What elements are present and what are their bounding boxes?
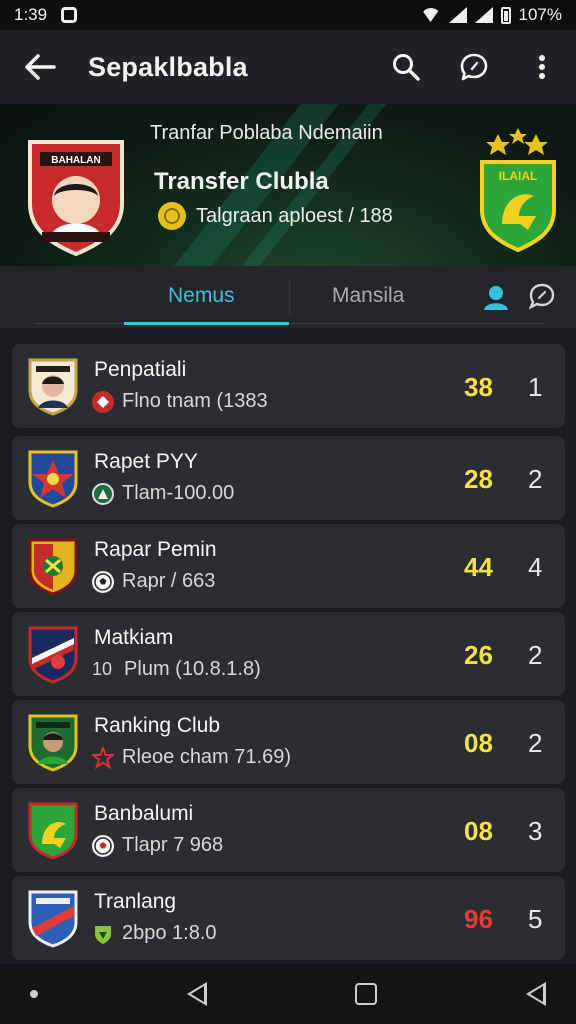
notification-icon bbox=[61, 7, 78, 23]
app-title: Sepaklbabla bbox=[88, 51, 248, 82]
battery-icon bbox=[500, 6, 511, 24]
wifi-icon bbox=[421, 8, 441, 22]
nav-home-icon[interactable] bbox=[355, 983, 378, 1005]
club-meta: Rapr / 663 bbox=[92, 570, 215, 593]
club-score: 08 bbox=[464, 816, 493, 846]
nav-recent-back-icon[interactable] bbox=[525, 982, 546, 1006]
system-nav-bar bbox=[0, 964, 576, 1024]
transfer-hero-banner: BAHALAN Tranfar Poblaba Ndemaiin Transfe… bbox=[0, 104, 576, 266]
tab-mansila[interactable]: Mansila bbox=[332, 284, 404, 308]
club-row[interactable]: Tranlang 2bpo 1:8.0 96 5 bbox=[12, 876, 565, 960]
red-star-icon bbox=[92, 746, 114, 769]
club-meta-text: Plum (10.8.1.8) bbox=[124, 658, 261, 680]
club-rank: 2 bbox=[528, 640, 543, 670]
club-meta-text: Tlapr 7 968 bbox=[122, 834, 224, 856]
club-rank: 2 bbox=[528, 464, 543, 494]
club-row[interactable]: Matkiam 10 Plum (10.8.1.8) 26 2 bbox=[12, 612, 565, 696]
app-bar: Sepaklbabla bbox=[0, 30, 576, 104]
club-rank: 1 bbox=[528, 372, 543, 402]
club-crest-red-yellow-shield-icon bbox=[26, 536, 80, 601]
nav-dot-icon[interactable] bbox=[30, 990, 38, 998]
signal-icon bbox=[448, 7, 467, 23]
status-time: 1:39 bbox=[14, 5, 48, 24]
hero-pre-title: Tranfar Poblaba Ndemaiin bbox=[150, 122, 383, 144]
football-icon bbox=[92, 570, 114, 593]
green-badge-icon bbox=[92, 482, 114, 505]
club-meta: Rleoe cham 71.69) bbox=[92, 746, 291, 769]
club-rank: 5 bbox=[528, 904, 543, 934]
nav-back-icon[interactable] bbox=[186, 982, 207, 1006]
club-score: 96 bbox=[464, 904, 493, 934]
club-meta-text: Rapr / 663 bbox=[122, 570, 216, 592]
hero-subtitle: Talgraan aploest / 188 bbox=[158, 202, 393, 230]
club-rank: 4 bbox=[528, 552, 543, 582]
club-crest-blue-red-shield-icon bbox=[26, 888, 80, 953]
club-meta-text: Tlam-100.00 bbox=[122, 482, 235, 504]
club-meta: 10 Plum (10.8.1.8) bbox=[92, 658, 261, 681]
club-score: 08 bbox=[464, 728, 493, 758]
club-row[interactable]: Rapet PYY Tlam-100.00 28 2 bbox=[12, 436, 565, 520]
featured-club-crest[interactable]: BAHALAN bbox=[22, 134, 130, 261]
club-row[interactable]: Rapar Pemin Rapr / 663 44 4 bbox=[12, 524, 565, 608]
club-meta-text: Rleoe cham 71.69) bbox=[122, 746, 291, 768]
club-name: Rapar Pemin bbox=[94, 538, 217, 561]
club-meta: 2bpo 1:8.0 bbox=[92, 922, 217, 945]
club-score: 28 bbox=[464, 464, 493, 494]
signal-icon-2 bbox=[474, 7, 493, 23]
hero-title: Transfer Clubla bbox=[154, 168, 329, 195]
club-crest-green-red-shield-icon bbox=[26, 800, 80, 865]
club-row[interactable]: Ranking Club Rleoe cham 71.69) 08 2 bbox=[12, 700, 565, 784]
tab-nemus[interactable]: Nemus bbox=[168, 284, 235, 308]
club-meta: Tlam-100.00 bbox=[92, 482, 234, 505]
club-score: 44 bbox=[464, 552, 493, 582]
active-tab-indicator bbox=[124, 322, 289, 325]
club-meta-prefix: 10 bbox=[92, 659, 113, 679]
club-crest-photo-icon bbox=[26, 356, 80, 421]
status-icons: 107% bbox=[421, 5, 562, 25]
club-rank: 3 bbox=[528, 816, 543, 846]
club-crest-blue-shield-icon bbox=[26, 448, 80, 513]
user-icon[interactable] bbox=[482, 284, 510, 315]
search-icon[interactable] bbox=[390, 51, 422, 83]
club-meta-text: 2bpo 1:8.0 bbox=[122, 922, 217, 944]
football-icon bbox=[92, 834, 114, 857]
club-name: Ranking Club bbox=[94, 714, 221, 737]
chat-icon[interactable] bbox=[458, 51, 490, 83]
opponent-crest-text: ILAIAL bbox=[499, 169, 538, 183]
status-bar: 1:39 107% bbox=[0, 0, 576, 30]
club-row[interactable]: Banbalumi Tlapr 7 968 08 3 bbox=[12, 788, 565, 872]
club-meta: Flno tnam (1383 bbox=[92, 390, 268, 413]
more-vert-icon[interactable] bbox=[526, 51, 558, 83]
club-name: Tranlang bbox=[94, 890, 177, 913]
club-row[interactable]: Penpatiali Flno tnam (1383 38 1 bbox=[12, 344, 565, 428]
svg-text:BAHALAN: BAHALAN bbox=[51, 155, 100, 166]
club-meta: Tlapr 7 968 bbox=[92, 834, 223, 857]
club-meta-text: Flno tnam (1383 bbox=[122, 390, 268, 412]
club-crest-navy-red-shield-icon bbox=[26, 624, 80, 689]
back-arrow-icon[interactable] bbox=[18, 51, 62, 83]
hero-subtitle-text: Talgraan aploest / 188 bbox=[196, 204, 393, 227]
club-score: 26 bbox=[464, 640, 493, 670]
club-score: 38 bbox=[464, 372, 493, 402]
club-list[interactable]: Penpatiali Flno tnam (1383 38 1 Rapet PY… bbox=[0, 328, 576, 964]
red-badge-icon bbox=[92, 390, 114, 413]
battery-percent: 107% bbox=[518, 5, 562, 24]
club-name: Matkiam bbox=[94, 626, 174, 649]
club-rank: 2 bbox=[528, 728, 543, 758]
club-name: Banbalumi bbox=[94, 802, 194, 825]
club-crest-green-photo-icon bbox=[26, 712, 80, 777]
club-name: Penpatiali bbox=[94, 358, 187, 381]
green-shield-icon bbox=[92, 923, 114, 945]
club-name: Rapet PYY bbox=[94, 450, 198, 473]
opponent-club-crest[interactable]: ILAIAL bbox=[476, 120, 560, 257]
comment-icon[interactable] bbox=[528, 282, 556, 315]
coin-icon bbox=[158, 202, 186, 230]
